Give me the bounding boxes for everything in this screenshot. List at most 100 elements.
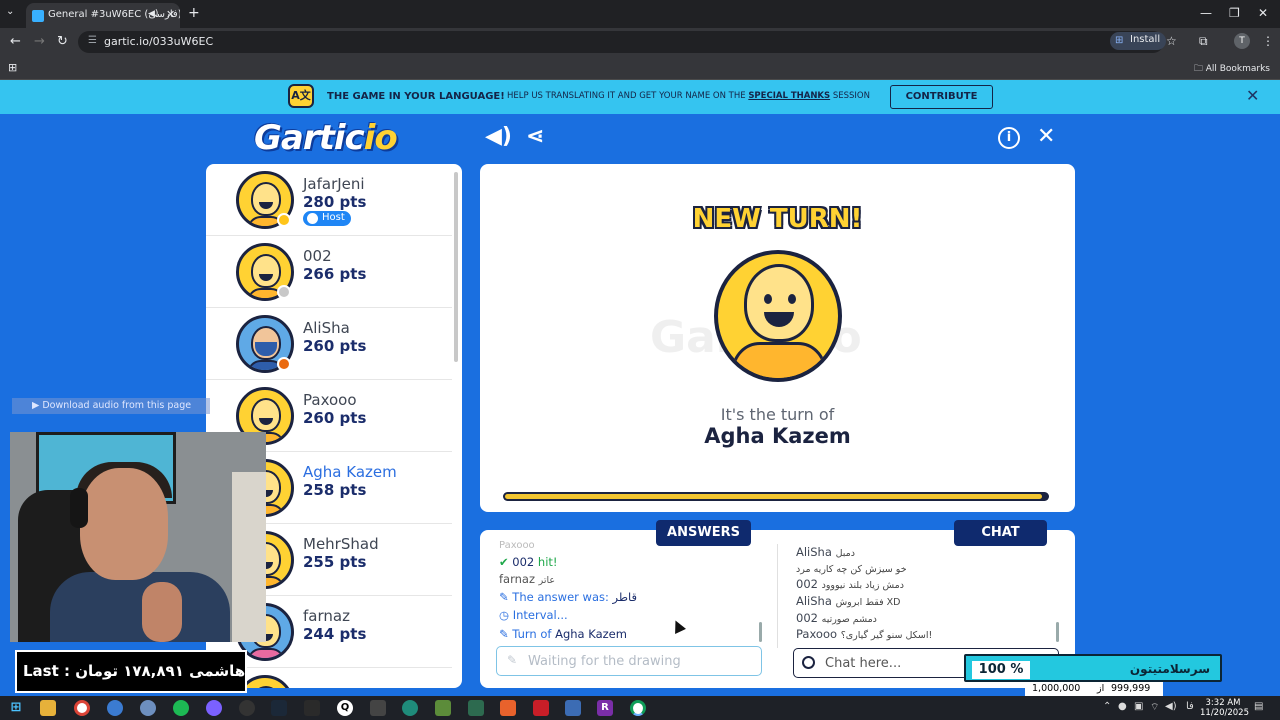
turn-player-name: Agha Kazem xyxy=(704,424,851,448)
apps-grid-icon[interactable]: ⊞ xyxy=(8,61,17,74)
exit-icon[interactable]: ✕ xyxy=(1037,124,1055,149)
browser-toolbar: ← → ↻ ☰ gartic.io/033uW6EC ⊞ Install ☆ ⧉… xyxy=(0,28,1280,56)
answer-input[interactable]: ✎ Waiting for the drawing xyxy=(496,646,762,676)
chat-scrollbar[interactable] xyxy=(1056,622,1059,642)
player-row[interactable]: JafarJeni 280 pts Host xyxy=(206,164,452,236)
special-thanks-link[interactable]: SPECIAL THANKS xyxy=(748,91,830,101)
donation-goal-bar: 100 % سرسلامتیتون xyxy=(964,654,1222,682)
app4-icon[interactable] xyxy=(468,700,484,716)
bookmark-star-icon[interactable]: ☆ xyxy=(1166,34,1177,48)
address-bar[interactable]: ☰ gartic.io/033uW6EC xyxy=(78,31,1164,53)
hit-text: hit! xyxy=(537,555,558,569)
status-dot xyxy=(277,285,291,299)
all-bookmarks-label: All Bookmarks xyxy=(1205,64,1270,74)
steam-icon[interactable] xyxy=(271,700,287,716)
share-icon[interactable]: ⋖ xyxy=(526,124,544,149)
app5-icon[interactable] xyxy=(500,700,516,716)
browser-tab[interactable]: General #3uW6EC (فارسی) ◀) ✕ xyxy=(26,3,180,28)
audio-playing-icon[interactable]: ◀) xyxy=(148,9,158,19)
app3-icon[interactable] xyxy=(402,700,418,716)
network-icon[interactable]: ⌔ xyxy=(1150,701,1159,714)
notifications-icon[interactable]: ▤ xyxy=(1254,701,1263,712)
minimize-icon[interactable]: — xyxy=(1200,6,1212,20)
turn-of-text: Turn of xyxy=(512,627,552,641)
goal-title: سرسلامتیتون xyxy=(1129,662,1210,676)
app-icon[interactable] xyxy=(140,700,156,716)
language-indicator[interactable]: فا xyxy=(1186,701,1194,712)
tray-chevron-icon[interactable]: ⌃ xyxy=(1103,701,1111,712)
banner-text-after: SESSION xyxy=(832,91,870,101)
file-explorer-icon[interactable] xyxy=(40,700,56,716)
app2-icon[interactable]: Q xyxy=(337,700,353,716)
chrome-active-icon[interactable] xyxy=(630,700,646,716)
extensions-icon[interactable]: ⧉ xyxy=(1199,34,1208,49)
clock-time: 3:32 AM xyxy=(1205,698,1241,708)
restore-icon[interactable]: ❐ xyxy=(1229,6,1240,20)
profile-avatar[interactable]: T xyxy=(1234,33,1250,49)
minecraft-icon[interactable] xyxy=(435,700,451,716)
tab-close-icon[interactable]: ✕ xyxy=(166,8,175,21)
answers-tab[interactable]: ANSWERS xyxy=(656,520,751,546)
volume-icon[interactable]: ◀) xyxy=(1165,701,1177,712)
capcut-icon[interactable] xyxy=(370,700,386,716)
info-icon[interactable]: i xyxy=(998,127,1020,149)
tray-app-icon[interactable]: ▣ xyxy=(1134,701,1143,712)
app6-icon[interactable] xyxy=(533,700,549,716)
download-audio-bar[interactable]: ▶ Download audio from this page xyxy=(12,398,210,414)
chat-message: 002 دمش زیاد بلند نیووود xyxy=(796,577,904,591)
reload-icon[interactable]: ↻ xyxy=(57,34,68,49)
contribute-button[interactable]: CONTRIBUTE xyxy=(890,85,993,109)
player-list-scrollbar[interactable] xyxy=(454,172,458,362)
hit-player: 002 xyxy=(512,555,535,569)
back-icon[interactable]: ← xyxy=(10,34,21,49)
chat-text: اسکل سنو گیر گیاری؟! xyxy=(840,630,933,641)
app8-icon[interactable]: R xyxy=(597,700,613,716)
sound-toggle-icon[interactable]: ◀) xyxy=(485,124,512,149)
interval-line: ◷ Interval... xyxy=(499,608,568,622)
guess-text: عاتر xyxy=(538,575,556,586)
browser-icon[interactable] xyxy=(107,700,123,716)
player-name: 002 xyxy=(303,247,332,265)
chat-tab[interactable]: CHAT xyxy=(954,520,1047,546)
game-icon[interactable] xyxy=(304,700,320,716)
chrome-icon[interactable] xyxy=(74,700,90,716)
answers-scrollbar[interactable] xyxy=(759,622,762,642)
player-row[interactable]: AliSha 260 pts xyxy=(206,308,452,380)
window-close-icon[interactable]: ✕ xyxy=(1258,6,1268,20)
gartic-logo: Garticio xyxy=(254,118,398,158)
turn-of-player: Agha Kazem xyxy=(555,627,627,641)
last-donation-label: Last : آقای هاشمی ۱۷۸,۸۹۱ تومان xyxy=(15,650,247,693)
translate-icon: A文 xyxy=(288,84,314,108)
app7-icon[interactable] xyxy=(565,700,581,716)
start-icon[interactable]: ⊞ xyxy=(8,700,24,716)
download-audio-link[interactable]: Download audio from this page xyxy=(42,400,191,411)
chat-text: دمبل xyxy=(835,548,855,559)
turn-timer-bar xyxy=(503,492,1049,501)
banner-close-icon[interactable]: ✕ xyxy=(1246,86,1259,105)
host-badge: Host xyxy=(303,211,351,226)
chat-search-icon xyxy=(802,656,815,669)
forward-icon[interactable]: → xyxy=(34,34,45,49)
chat-author: AliSha xyxy=(796,545,832,559)
spotify-icon[interactable] xyxy=(173,700,189,716)
chat-message: خو سیزش کن چه کاریه مرد xyxy=(796,561,907,575)
browser-menu-icon[interactable]: ⋮ xyxy=(1262,34,1274,48)
install-button[interactable]: ⊞ Install xyxy=(1110,32,1167,50)
mic-icon[interactable]: ● xyxy=(1118,701,1127,712)
player-row[interactable]: 002 266 pts xyxy=(206,236,452,308)
site-info-icon[interactable]: ☰ xyxy=(88,35,97,46)
answer-cut-text: Paxooo xyxy=(499,540,535,548)
discord-icon[interactable] xyxy=(206,700,222,716)
system-clock[interactable]: 3:32 AM 11/20/2025 xyxy=(1200,698,1249,718)
all-bookmarks-link[interactable]: 🗀 All Bookmarks xyxy=(1194,61,1270,77)
chat-text: دمش زیاد بلند نیووود xyxy=(821,580,904,591)
browser-tabbar: ⌄ General #3uW6EC (فارسی) ◀) ✕ + — ❐ ✕ xyxy=(0,0,1280,28)
goal-target: 1,000,000 xyxy=(1032,683,1081,694)
obs-icon[interactable] xyxy=(239,700,255,716)
tab-search-icon[interactable]: ⌄ xyxy=(6,6,14,17)
logo-main: Gartic xyxy=(254,118,365,158)
player-points: 266 pts xyxy=(303,265,367,283)
new-tab-icon[interactable]: + xyxy=(188,5,200,21)
answer-reveal-line: ✎ The answer was: قاطر xyxy=(499,590,638,604)
logo-suffix: io xyxy=(363,118,398,158)
